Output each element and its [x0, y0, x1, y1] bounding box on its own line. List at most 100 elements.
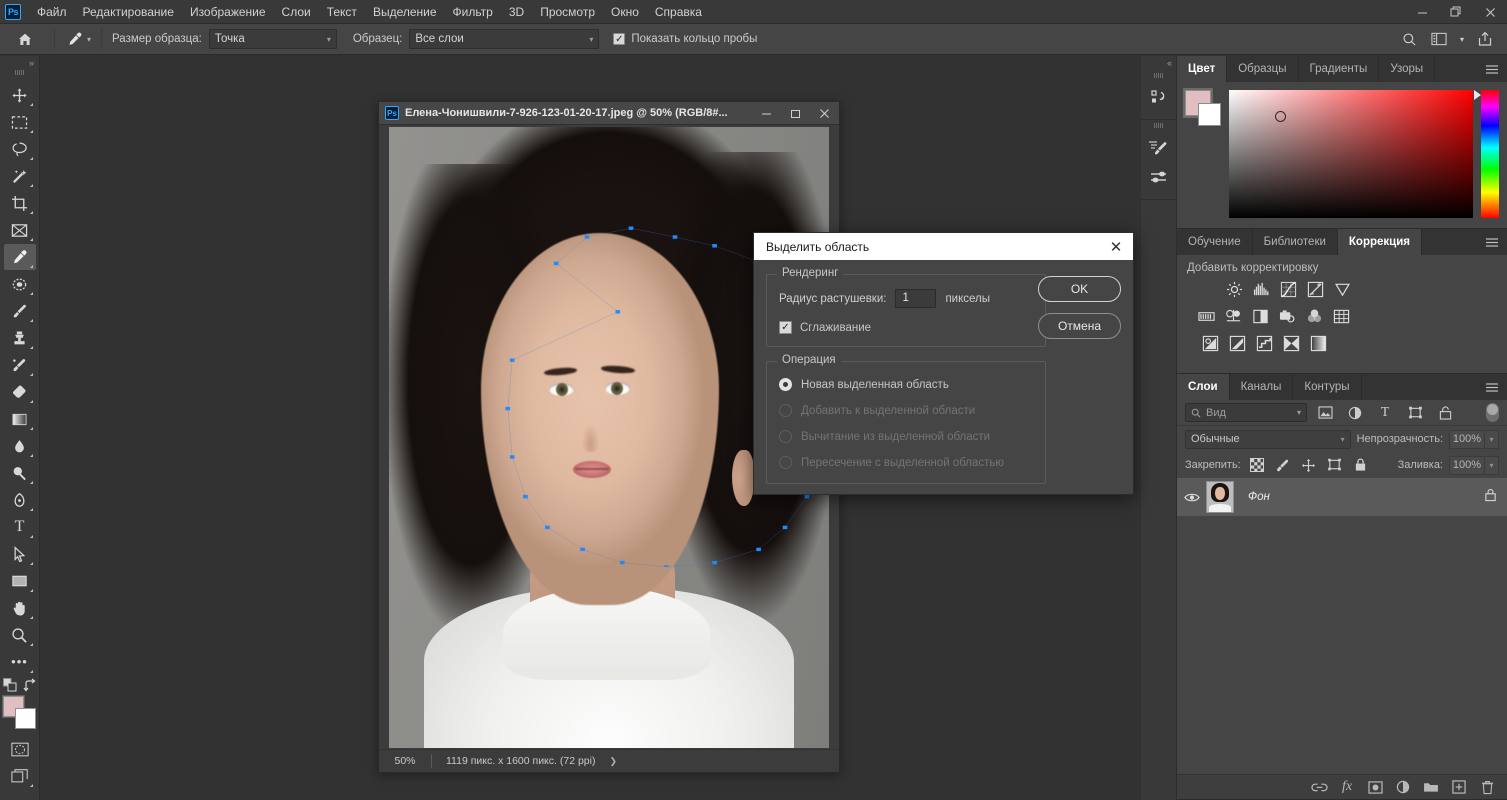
- panel-menu-icon[interactable]: [1485, 374, 1499, 400]
- menu-edit[interactable]: Редактирование: [75, 1, 182, 23]
- chevron-down-icon[interactable]: ▾: [1455, 27, 1469, 51]
- home-icon[interactable]: [10, 31, 40, 47]
- levels-icon[interactable]: [1252, 280, 1271, 299]
- color-swatches[interactable]: [1, 695, 37, 729]
- layers-list[interactable]: Фон: [1177, 478, 1507, 774]
- gradient-map-icon[interactable]: [1309, 334, 1328, 353]
- sample-select[interactable]: Все слои ▾: [409, 29, 600, 49]
- color-field-cursor[interactable]: [1275, 111, 1286, 122]
- restore-button[interactable]: [1439, 0, 1473, 24]
- panel-grip[interactable]: [1151, 123, 1167, 131]
- shape-filter-icon[interactable]: [1403, 403, 1427, 423]
- layer-visibility-icon[interactable]: [1177, 492, 1206, 503]
- invert-icon[interactable]: [1201, 334, 1220, 353]
- show-sampling-ring-checkbox[interactable]: ✓ Показать кольцо пробы: [613, 33, 757, 45]
- close-button[interactable]: [1473, 0, 1507, 24]
- color-panel-swatches[interactable]: [1183, 88, 1221, 126]
- menu-filter[interactable]: Фильтр: [445, 1, 501, 23]
- tab-learn[interactable]: Обучение: [1177, 229, 1253, 255]
- gradient-tool[interactable]: [4, 406, 36, 432]
- history-panel-collapsed[interactable]: [1141, 70, 1176, 120]
- brush-tool[interactable]: [4, 298, 36, 324]
- delete-layer-icon[interactable]: [1475, 776, 1499, 798]
- move-tool[interactable]: [4, 82, 36, 108]
- layer-style-icon[interactable]: fx: [1335, 776, 1359, 798]
- hand-tool[interactable]: [4, 595, 36, 621]
- photo-filter-icon[interactable]: [1278, 307, 1297, 326]
- layer-filter-select[interactable]: Вид ▾: [1185, 403, 1307, 422]
- color-lookup-icon[interactable]: [1332, 307, 1351, 326]
- swap-colors-icon[interactable]: [23, 678, 37, 692]
- new-layer-icon[interactable]: [1447, 776, 1471, 798]
- sample-size-select[interactable]: Точка ▾: [208, 29, 337, 49]
- link-layers-icon[interactable]: [1307, 776, 1331, 798]
- brightness-contrast-icon[interactable]: [1225, 280, 1244, 299]
- layer-name[interactable]: Фон: [1248, 491, 1270, 503]
- table-row[interactable]: Фон: [1177, 478, 1507, 516]
- new-group-icon[interactable]: [1419, 776, 1443, 798]
- history-icon[interactable]: [1144, 83, 1174, 113]
- black-white-icon[interactable]: [1251, 307, 1270, 326]
- panel-menu-icon[interactable]: [1485, 229, 1499, 255]
- blur-tool[interactable]: [4, 433, 36, 459]
- menu-file[interactable]: Файл: [29, 1, 75, 23]
- lasso-tool[interactable]: [4, 136, 36, 162]
- tab-color[interactable]: Цвет: [1177, 56, 1228, 82]
- hue-slider[interactable]: [1474, 90, 1499, 218]
- tab-gradients[interactable]: Градиенты: [1298, 56, 1380, 82]
- brush-settings-icon[interactable]: [1144, 133, 1174, 163]
- menu-view[interactable]: Просмотр: [532, 1, 603, 23]
- filter-enable-toggle[interactable]: [1486, 403, 1499, 422]
- zoom-level[interactable]: 50%: [379, 755, 431, 767]
- crop-tool[interactable]: [4, 190, 36, 216]
- layer-lock-icon[interactable]: [1484, 488, 1497, 507]
- status-expand-icon[interactable]: ❯: [609, 756, 617, 767]
- document-close-button[interactable]: [810, 102, 839, 125]
- panel-grip[interactable]: [1151, 73, 1167, 81]
- curves-icon[interactable]: [1279, 280, 1298, 299]
- opacity-chevron-icon[interactable]: ▾: [1485, 429, 1499, 449]
- dialog-close-icon[interactable]: ✕: [1103, 234, 1129, 260]
- menu-window[interactable]: Окно: [603, 1, 647, 23]
- quick-mask-icon[interactable]: [4, 736, 36, 762]
- search-icon[interactable]: [1395, 27, 1423, 51]
- tab-libraries[interactable]: Библиотеки: [1252, 229, 1338, 255]
- lock-transparent-icon[interactable]: [1247, 455, 1267, 475]
- vibrance-icon[interactable]: [1333, 280, 1352, 299]
- path-selection-tool[interactable]: [4, 541, 36, 567]
- cancel-button[interactable]: Отмена: [1038, 313, 1121, 339]
- tab-channels[interactable]: Каналы: [1229, 374, 1294, 400]
- smart-object-filter-icon[interactable]: [1433, 403, 1457, 423]
- pen-tool[interactable]: [4, 487, 36, 513]
- tab-swatches[interactable]: Образцы: [1227, 56, 1299, 82]
- color-field[interactable]: [1229, 90, 1473, 218]
- layer-thumbnail[interactable]: [1206, 481, 1234, 513]
- opacity-value[interactable]: 100%: [1449, 429, 1485, 449]
- toolbar-grip[interactable]: [12, 70, 28, 78]
- clone-stamp-tool[interactable]: [4, 325, 36, 351]
- minimize-button[interactable]: [1405, 0, 1439, 24]
- fill-chevron-icon[interactable]: ▾: [1485, 455, 1499, 475]
- eyedropper-tool[interactable]: [3, 244, 36, 270]
- background-color-swatch[interactable]: [14, 708, 36, 729]
- feather-radius-input[interactable]: 1: [895, 289, 937, 308]
- dock-collapse-button[interactable]: «: [1141, 56, 1176, 70]
- dodge-tool[interactable]: [4, 460, 36, 486]
- adjustment-filter-icon[interactable]: [1343, 403, 1367, 423]
- blend-mode-select[interactable]: Обычные ▾: [1185, 429, 1351, 449]
- menu-image[interactable]: Изображение: [182, 1, 274, 23]
- rectangle-tool[interactable]: [4, 568, 36, 594]
- brush-presets-icon[interactable]: [1144, 163, 1174, 193]
- spot-healing-brush-tool[interactable]: [4, 271, 36, 297]
- selective-color-icon[interactable]: [1282, 334, 1301, 353]
- menu-3d[interactable]: 3D: [501, 1, 532, 23]
- exposure-icon[interactable]: [1306, 280, 1325, 299]
- menu-select[interactable]: Выделение: [365, 1, 445, 23]
- menu-layers[interactable]: Слои: [274, 1, 319, 23]
- screen-mode-icon[interactable]: [4, 763, 36, 789]
- lock-artboard-icon[interactable]: [1325, 455, 1345, 475]
- background-color-swatch[interactable]: [1198, 103, 1221, 126]
- threshold-icon[interactable]: [1255, 334, 1274, 353]
- brush-panels-collapsed[interactable]: [1141, 120, 1176, 200]
- default-colors-icon[interactable]: [2, 678, 17, 692]
